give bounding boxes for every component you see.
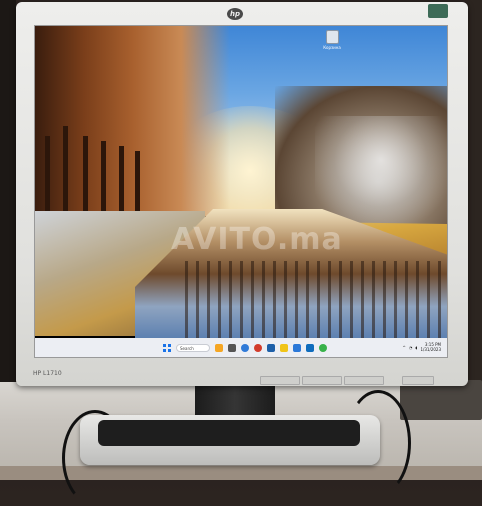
- taskbar: Search ^ ◔ ◖ 3:15 PM 1/31/2023: [35, 338, 447, 357]
- watermark: AVITO.ma: [171, 222, 343, 257]
- desktop-icon-label: Корзина: [323, 45, 341, 50]
- plus-button[interactable]: [344, 376, 384, 385]
- opera-icon[interactable]: [254, 344, 262, 352]
- taskbar-search-input[interactable]: Search: [176, 344, 210, 352]
- power-button[interactable]: [402, 376, 434, 385]
- task-view-icon[interactable]: [228, 344, 236, 352]
- monitor-buttons: [260, 376, 384, 385]
- file-explorer-icon[interactable]: [280, 344, 288, 352]
- clock[interactable]: 3:15 PM 1/31/2023: [420, 342, 441, 352]
- volume-icon[interactable]: ◖: [415, 345, 417, 350]
- mail-icon[interactable]: [306, 344, 314, 352]
- widgets-icon[interactable]: [215, 344, 223, 352]
- desktop-icon-recycle-bin[interactable]: Корзина: [321, 30, 343, 50]
- recycle-bin-icon: [325, 30, 339, 44]
- menu-button[interactable]: [260, 376, 300, 385]
- chevron-up-icon[interactable]: ^: [403, 345, 406, 350]
- monitor-screen: AVITO.ma Корзина Search ^ ◔ ◖ 3:15 PM 1/…: [34, 25, 448, 358]
- hp-logo-icon: hp: [227, 8, 243, 20]
- network-icon[interactable]: ◔: [409, 345, 413, 350]
- monitor-stand-base-top: [98, 420, 360, 446]
- tree-trunk: [119, 146, 124, 214]
- chrome-icon[interactable]: [319, 344, 327, 352]
- tree-trunk: [101, 141, 106, 219]
- energy-badge: [428, 4, 448, 18]
- model-label: HP L1710: [33, 370, 62, 377]
- taskbar-apps: Search: [163, 343, 327, 353]
- desk-object: [400, 380, 482, 420]
- tree-trunk: [135, 151, 140, 211]
- wallpaper-reflection: [185, 261, 445, 339]
- edge-icon[interactable]: [241, 344, 249, 352]
- minus-button[interactable]: [302, 376, 342, 385]
- shield-icon[interactable]: [267, 344, 275, 352]
- windows-start-icon[interactable]: [163, 344, 171, 352]
- store-icon[interactable]: [293, 344, 301, 352]
- clock-date: 1/31/2023: [420, 347, 441, 352]
- wallpaper-frost: [315, 116, 447, 226]
- system-tray: ^ ◔ ◖ 3:15 PM 1/31/2023: [403, 342, 441, 352]
